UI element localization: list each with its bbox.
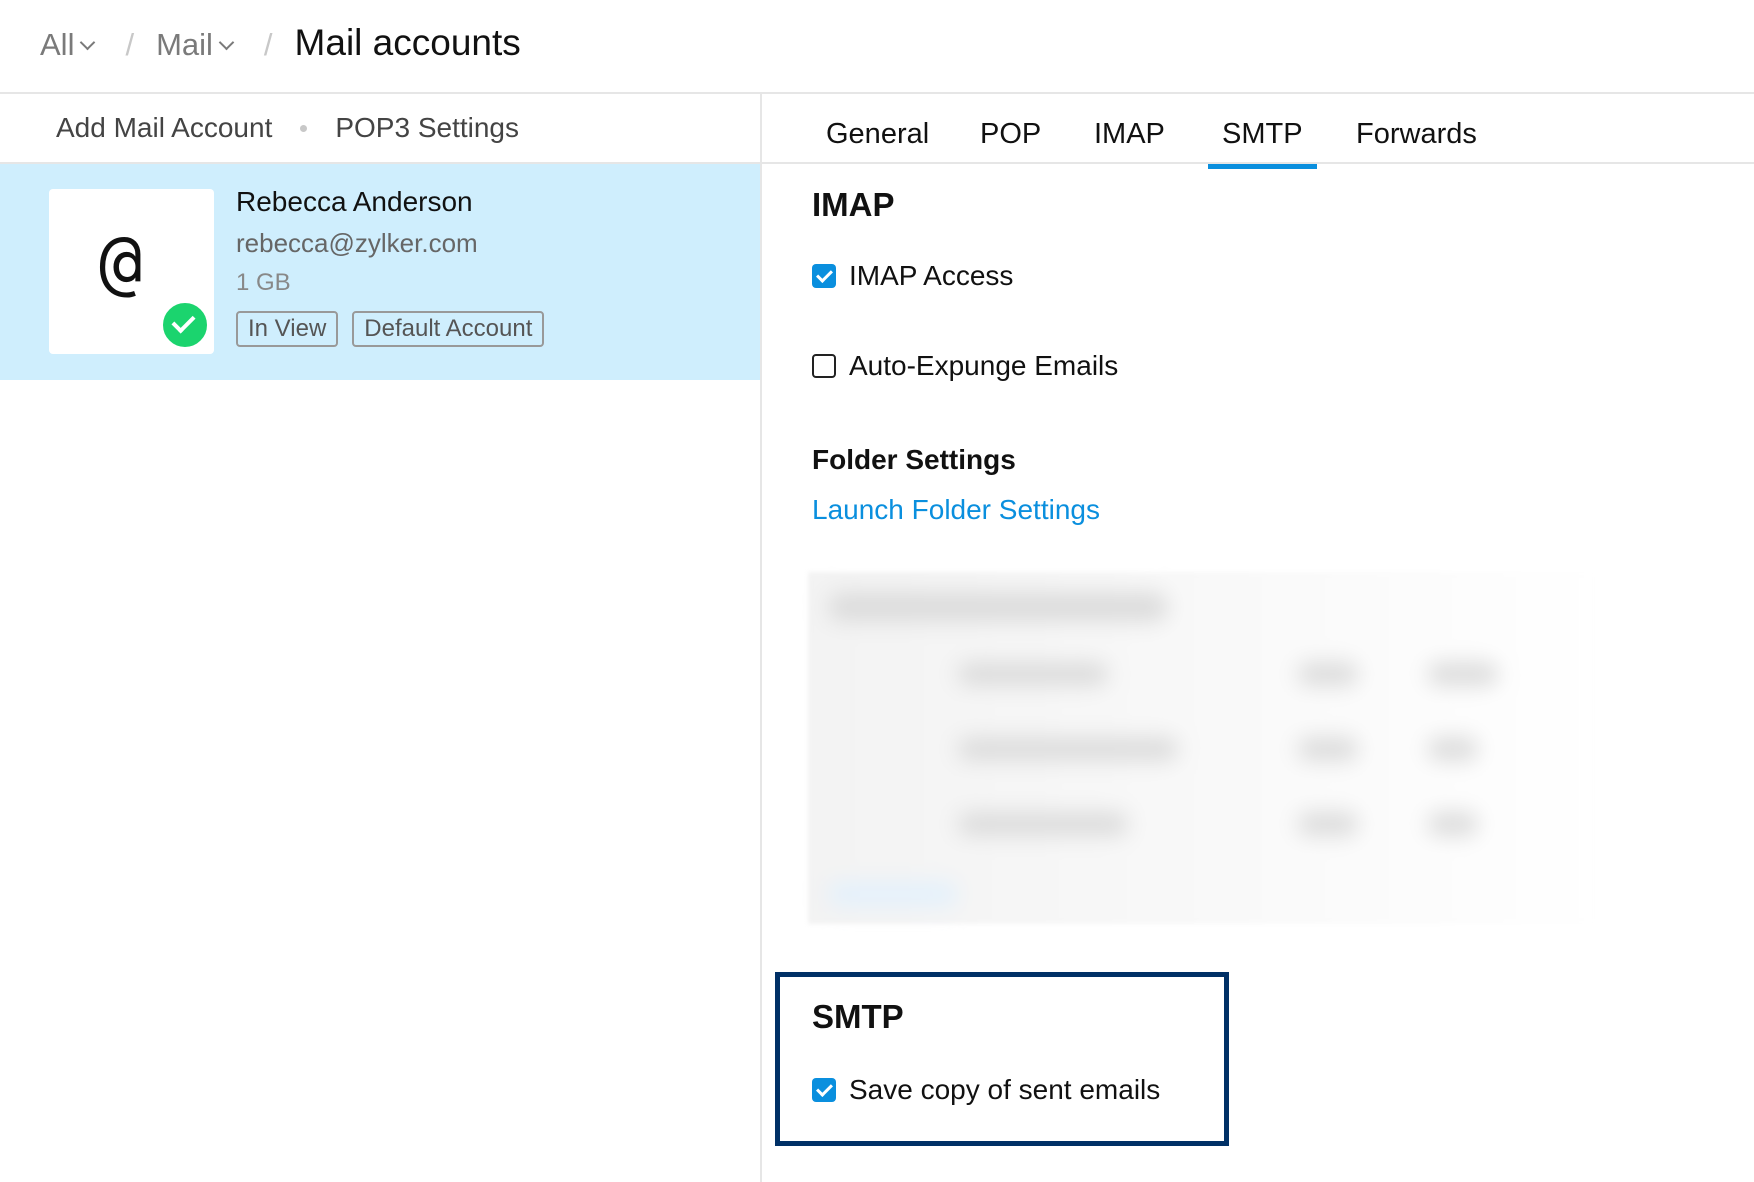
breadcrumb: All / Mail / Mail accounts	[40, 22, 521, 64]
imap-access-checkbox[interactable]: IMAP Access	[812, 260, 1013, 292]
blurred-content	[808, 572, 1598, 924]
folder-settings-heading: Folder Settings	[812, 444, 1016, 475]
avatar: @	[49, 189, 214, 354]
page-title: Mail accounts	[294, 22, 521, 63]
account-info: Rebecca Anderson rebecca@zylker.com 1 GB…	[236, 186, 545, 347]
breadcrumb-mail[interactable]: Mail	[156, 27, 235, 63]
chevron-down-icon	[218, 34, 235, 50]
accounts-actions: Add Mail Account POP3 Settings	[0, 94, 760, 164]
launch-folder-settings-link[interactable]: Launch Folder Settings	[812, 494, 1100, 526]
account-name: Rebecca Anderson	[236, 186, 473, 217]
account-row[interactable]: @ Rebecca Anderson rebecca@zylker.com 1 …	[0, 164, 760, 380]
breadcrumb-separator: /	[125, 27, 135, 62]
tab-general[interactable]: General	[826, 118, 929, 151]
auto-expunge-checkbox[interactable]: Auto-Expunge Emails	[812, 350, 1118, 382]
tab-imap[interactable]: IMAP	[1094, 118, 1165, 151]
tab-pop[interactable]: POP	[980, 118, 1041, 151]
chevron-down-icon	[80, 34, 96, 50]
account-storage: 1 GB	[236, 269, 291, 296]
account-email: rebecca@zylker.com	[236, 228, 478, 258]
in-view-badge: In View	[236, 311, 339, 347]
default-account-badge: Default Account	[352, 311, 545, 347]
save-copy-checkbox[interactable]: Save copy of sent emails	[812, 1074, 1160, 1106]
settings-panel: General POP IMAP SMTP Forwards IMAP IMAP…	[762, 94, 1754, 1182]
breadcrumb-all[interactable]: All	[40, 27, 96, 63]
checkbox-unchecked-icon	[812, 354, 836, 378]
check-circle-icon	[160, 300, 210, 350]
settings-tabs: General POP IMAP SMTP Forwards	[762, 94, 1754, 169]
tab-forwards[interactable]: Forwards	[1356, 118, 1477, 151]
add-mail-account-link[interactable]: Add Mail Account	[56, 112, 272, 144]
checkbox-checked-icon	[812, 264, 836, 288]
smtp-heading: SMTP	[812, 998, 904, 1035]
breadcrumb-separator: /	[263, 27, 273, 62]
separator-dot	[300, 124, 308, 132]
tab-smtp[interactable]: SMTP	[1208, 118, 1317, 169]
imap-heading: IMAP	[812, 186, 895, 223]
top-bar: All / Mail / Mail accounts	[0, 0, 1754, 94]
accounts-panel: Add Mail Account POP3 Settings @ Rebecca…	[0, 94, 762, 1182]
checkbox-checked-icon	[812, 1078, 836, 1102]
at-sign-icon: @	[99, 219, 143, 303]
pop3-settings-link[interactable]: POP3 Settings	[335, 112, 519, 144]
